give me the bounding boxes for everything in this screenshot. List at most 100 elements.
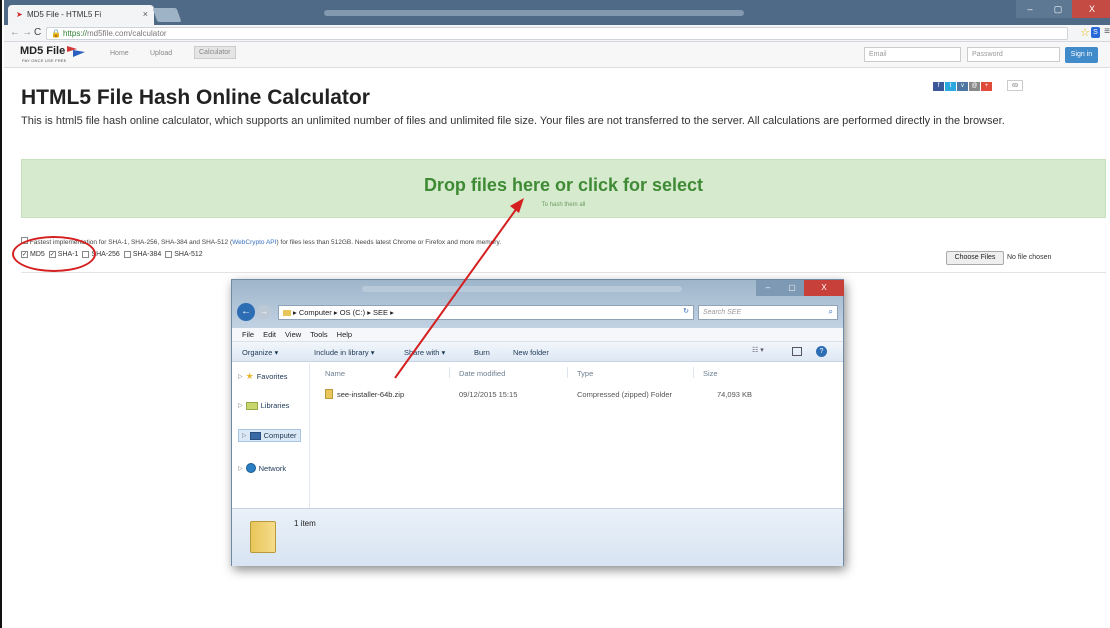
sha384-checkbox[interactable] <box>123 251 131 258</box>
menu-file[interactable]: File <box>242 328 254 341</box>
explorer-nav-pane: ▷ ★ Favorites ▷ Libraries ▷ Computer ▷ N… <box>232 363 310 508</box>
refresh-icon[interactable]: ↻ <box>683 307 689 315</box>
intro-text: This is html5 file hash online calculato… <box>21 115 1005 127</box>
tab-close-icon[interactable]: × <box>143 9 148 19</box>
tab-title: MD5 File - HTML5 Fi <box>26 10 102 19</box>
browser-tab[interactable]: ➤ MD5 File - HTML5 Fi × <box>8 5 154 25</box>
explorer-menubar: File Edit View Tools Help <box>232 328 843 342</box>
nav-upload[interactable]: Upload <box>150 50 172 57</box>
facebook-icon[interactable]: f <box>933 82 944 91</box>
column-separator[interactable] <box>693 367 694 378</box>
explorer-address-bar[interactable]: ▸ Computer ▸ OS (C:) ▸ SEE ▸ ↻ <box>278 305 694 320</box>
address-bar[interactable]: 🔒 https://md5file.com/calculator <box>46 27 1068 40</box>
sha384-label: SHA-384 <box>132 251 162 258</box>
column-size[interactable]: Size <box>703 369 718 378</box>
explorer-back-icon[interactable]: ← <box>237 303 255 321</box>
sign-in-button[interactable]: Sign in <box>1065 47 1098 63</box>
url-path: md5file.com/calculator <box>86 29 167 38</box>
maximize-button[interactable]: ▢ <box>1044 0 1072 18</box>
search-icon[interactable]: ⌕ <box>829 307 833 317</box>
fast-text-post: ) for files less than 512GB. Needs lates… <box>276 239 502 246</box>
menu-help[interactable]: Help <box>337 328 352 341</box>
explorer-maximize-button[interactable]: ▢ <box>780 280 804 296</box>
file-drop-zone[interactable]: Drop files here or click for select To h… <box>21 159 1106 218</box>
nav-calculator[interactable]: Calculator <box>194 46 236 59</box>
file-name: see-installer-64b.zip <box>337 390 405 399</box>
burn-button[interactable]: Burn <box>474 348 490 357</box>
email-share-icon[interactable]: @ <box>969 82 980 91</box>
vk-icon[interactable]: v <box>957 82 968 91</box>
site-brand[interactable]: MD5 File <box>20 45 65 57</box>
libraries-icon <box>245 401 258 410</box>
screenshot-frame: ➤ MD5 File - HTML5 Fi × – ▢ X ← → C 🔒 htt… <box>0 0 1110 628</box>
browser-tabstrip: ➤ MD5 File - HTML5 Fi × – ▢ X <box>4 0 1110 25</box>
explorer-command-bar: Organize ▾ Include in library ▾ Share wi… <box>232 342 843 362</box>
menu-tools[interactable]: Tools <box>310 328 328 341</box>
share-plus-icon[interactable]: + <box>981 82 992 91</box>
bookmark-star-icon[interactable]: ☆ <box>1080 26 1090 39</box>
fast-implementation-option[interactable]: Fastest implementation for SHA-1, SHA-25… <box>21 237 501 246</box>
share-with-button[interactable]: Share with ▾ <box>404 348 445 357</box>
large-folder-icon <box>250 521 276 553</box>
twitter-icon[interactable]: t <box>945 82 956 91</box>
column-type[interactable]: Type <box>577 369 593 378</box>
include-in-library-button[interactable]: Include in library ▾ <box>314 348 374 357</box>
drop-zone-title: Drop files here or click for select <box>423 175 704 195</box>
nav-home[interactable]: Home <box>110 50 129 57</box>
nav-computer[interactable]: ▷ Computer <box>238 429 301 442</box>
site-navbar: MD5 File PAY ONCE USE FREE Home Upload C… <box>4 42 1110 68</box>
close-window-button[interactable]: X <box>1072 0 1110 18</box>
explorer-blurred-title <box>362 286 682 292</box>
file-size: 74,093 KB <box>717 390 753 399</box>
extension-icon[interactable]: S <box>1091 27 1100 38</box>
site-favicon-icon: ➤ <box>16 10 23 19</box>
expand-triangle-icon[interactable]: ▷ <box>238 373 243 380</box>
forward-arrow-icon[interactable]: → <box>22 27 32 38</box>
network-label: Network <box>258 463 287 473</box>
new-tab-button[interactable] <box>152 8 182 22</box>
explorer-close-button[interactable]: X <box>804 280 844 296</box>
zip-file-icon <box>325 389 333 399</box>
preview-pane-icon[interactable] <box>792 347 802 356</box>
new-folder-button[interactable]: New folder <box>513 348 549 357</box>
sha512-checkbox[interactable] <box>165 251 173 258</box>
algo-sha512[interactable]: SHA-512 <box>165 251 203 258</box>
computer-icon <box>249 431 261 440</box>
divider <box>21 272 1106 273</box>
column-name[interactable]: Name <box>325 369 345 378</box>
menu-edit[interactable]: Edit <box>263 328 276 341</box>
url-scheme: https:// <box>62 29 87 38</box>
browser-menu-icon[interactable]: ≡ <box>1104 26 1110 37</box>
column-separator[interactable] <box>567 367 568 378</box>
reload-icon[interactable]: C <box>34 27 41 38</box>
choose-files-button[interactable]: Choose Files <box>946 251 1004 265</box>
change-view-icon[interactable]: ☷ ▾ <box>752 346 768 357</box>
nav-libraries[interactable]: ▷ Libraries <box>238 401 289 410</box>
expand-triangle-icon[interactable]: ▷ <box>242 432 247 439</box>
nav-network[interactable]: ▷ Network <box>238 463 286 473</box>
sha512-label: SHA-512 <box>174 251 203 258</box>
column-separator[interactable] <box>449 367 450 378</box>
nav-favorites[interactable]: ▷ ★ Favorites <box>238 371 288 382</box>
favorites-star-icon: ★ <box>245 371 254 381</box>
help-icon[interactable]: ? <box>816 346 827 357</box>
expand-triangle-icon[interactable]: ▷ <box>238 465 243 472</box>
explorer-forward-icon[interactable]: → <box>257 305 271 319</box>
expand-triangle-icon[interactable]: ▷ <box>238 402 243 409</box>
organize-button[interactable]: Organize ▾ <box>242 348 278 357</box>
explorer-path: ▸ Computer ▸ OS (C:) ▸ SEE ▸ <box>293 308 394 317</box>
password-input[interactable]: Password <box>967 47 1060 62</box>
minimize-button[interactable]: – <box>1016 0 1044 18</box>
file-row[interactable]: see-installer-64b.zip 09/12/2015 15:15 C… <box>325 387 765 403</box>
explorer-titlebar: – ▢ X ← → ▸ Computer ▸ OS (C:) ▸ SEE ▸ ↻… <box>232 280 844 328</box>
algo-sha384[interactable]: SHA-384 <box>123 251 162 258</box>
menu-view[interactable]: View <box>285 328 301 341</box>
brand-logo-icon <box>67 46 85 57</box>
back-arrow-icon[interactable]: ← <box>10 27 20 38</box>
email-input[interactable]: Email <box>864 47 961 62</box>
folder-icon <box>283 310 291 317</box>
explorer-search-input[interactable]: Search SEE ⌕ <box>698 305 838 320</box>
webcrypto-link[interactable]: WebCrypto API <box>232 239 276 246</box>
column-date-modified[interactable]: Date modified <box>459 369 505 378</box>
explorer-minimize-button[interactable]: – <box>756 280 780 296</box>
